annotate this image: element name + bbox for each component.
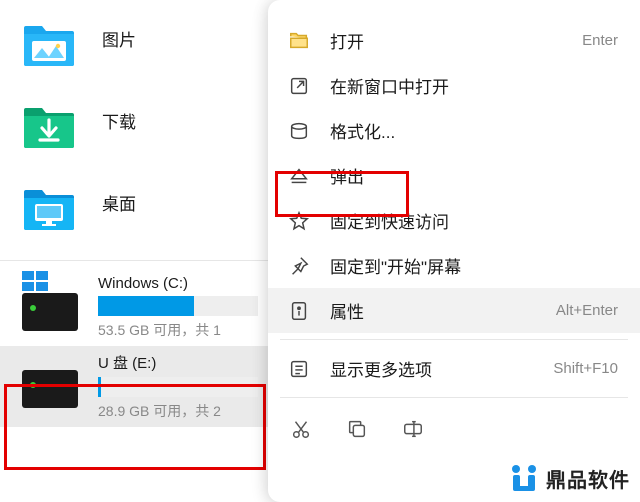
drive-stats: 28.9 GB 可用，共 2 <box>98 401 258 421</box>
ctx-accel: Shift+F10 <box>553 360 618 377</box>
pin-icon <box>288 255 310 277</box>
ctx-label: 在新窗口中打开 <box>330 73 449 98</box>
ctx-label: 固定到"开始"屏幕 <box>330 253 461 278</box>
sidebar: 图片 下载 桌面 Windows (C:) 53.5 GB 可用，共 1 U 盘… <box>0 0 268 502</box>
ctx-label: 显示更多选项 <box>330 356 432 381</box>
pictures-folder-icon <box>22 24 76 66</box>
ctx-accel: Alt+Enter <box>556 302 618 319</box>
cut-icon[interactable] <box>290 418 312 440</box>
desktop-folder-icon <box>22 188 76 230</box>
folder-label: 图片 <box>102 24 136 51</box>
ctx-item-pin-quick-access[interactable]: 固定到快速访问 <box>268 198 640 243</box>
folder-label: 下载 <box>102 106 136 133</box>
drive-usage-bar <box>98 296 258 316</box>
ctx-item-show-more[interactable]: 显示更多选项 Shift+F10 <box>268 346 640 391</box>
ctx-label: 属性 <box>330 298 364 323</box>
ctx-label: 固定到快速访问 <box>330 208 449 233</box>
properties-icon <box>288 300 310 322</box>
open-new-icon <box>288 75 310 97</box>
ctx-item-open-new-window[interactable]: 在新窗口中打开 <box>268 63 640 108</box>
ctx-label: 弹出 <box>330 163 364 188</box>
copy-icon[interactable] <box>346 418 368 440</box>
star-icon <box>288 210 310 232</box>
ctx-item-properties[interactable]: 属性 Alt+Enter <box>268 288 640 333</box>
context-menu: 打开 Enter 在新窗口中打开 格式化... 弹出 固定到快速访问 固定到"开… <box>268 0 640 502</box>
downloads-folder-icon <box>22 106 76 148</box>
watermark-text: 鼎品软件 <box>546 464 630 493</box>
drive-icon <box>22 370 78 408</box>
watermark: 鼎品软件 <box>504 460 634 496</box>
ctx-accel: Enter <box>582 32 618 49</box>
drive-info: U 盘 (E:) 28.9 GB 可用，共 2 <box>98 352 258 421</box>
eject-icon <box>288 165 310 187</box>
drive-item-c[interactable]: Windows (C:) 53.5 GB 可用，共 1 <box>0 269 268 346</box>
drive-icon <box>22 293 78 331</box>
folder-label: 桌面 <box>102 188 136 215</box>
watermark-logo-icon <box>508 462 540 494</box>
ctx-label: 打开 <box>330 28 364 53</box>
ctx-bottom-bar <box>268 404 640 440</box>
sidebar-item-desktop[interactable]: 桌面 <box>0 176 268 258</box>
ctx-item-pin-start[interactable]: 固定到"开始"屏幕 <box>268 243 640 288</box>
folder-open-icon <box>288 30 310 52</box>
rename-icon[interactable] <box>402 418 424 440</box>
sidebar-item-downloads[interactable]: 下载 <box>0 94 268 176</box>
ctx-label: 格式化... <box>330 118 395 143</box>
divider <box>280 339 628 340</box>
drive-usage-bar <box>98 377 258 397</box>
divider <box>280 397 628 398</box>
drive-name: Windows (C:) <box>98 275 258 292</box>
ctx-item-open[interactable]: 打开 Enter <box>268 18 640 63</box>
drive-stats: 53.5 GB 可用，共 1 <box>98 320 258 340</box>
drive-item-e[interactable]: U 盘 (E:) 28.9 GB 可用，共 2 <box>0 346 268 427</box>
format-icon <box>288 120 310 142</box>
more-options-icon <box>288 358 310 380</box>
divider <box>0 260 268 261</box>
ctx-item-eject[interactable]: 弹出 <box>268 153 640 198</box>
drive-name: U 盘 (E:) <box>98 352 258 373</box>
ctx-item-format[interactable]: 格式化... <box>268 108 640 153</box>
drive-info: Windows (C:) 53.5 GB 可用，共 1 <box>98 275 258 340</box>
sidebar-item-pictures[interactable]: 图片 <box>0 12 268 94</box>
